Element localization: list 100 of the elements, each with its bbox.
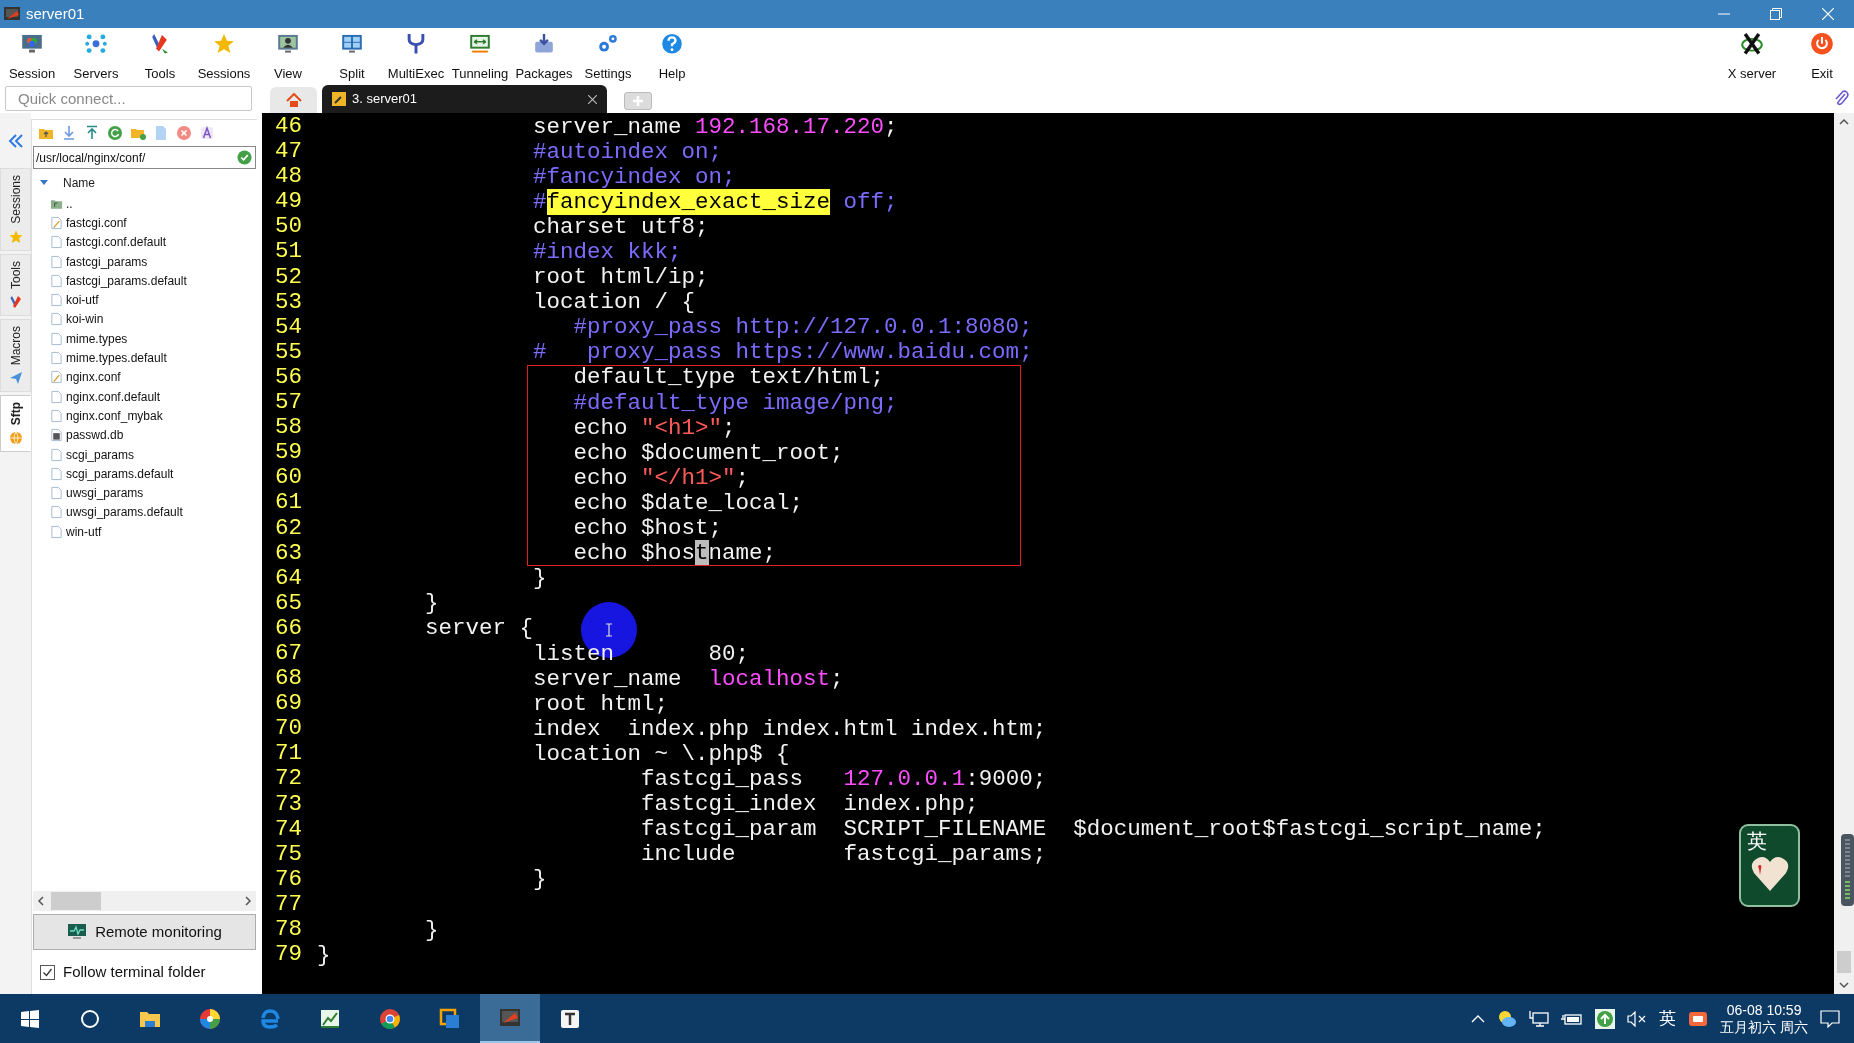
file-item[interactable]: nginx.conf (66, 368, 121, 387)
code-line: location / { (533, 291, 696, 314)
checkbox[interactable] (40, 964, 55, 980)
check-icon[interactable] (237, 150, 252, 165)
line-number: 46 (274, 114, 302, 140)
file-item[interactable]: mime.types (66, 329, 128, 348)
file-icon (50, 408, 63, 423)
mute-icon[interactable] (1627, 1010, 1648, 1027)
code-line: } (425, 592, 439, 615)
code-line: index index.php index.html index.htm; (533, 717, 1047, 740)
checkbox-label[interactable]: Follow terminal folder (63, 960, 206, 984)
scrollbar-thumb[interactable] (51, 892, 101, 910)
scroll-left-icon[interactable] (37, 896, 45, 906)
file-item[interactable]: nginx.conf_mybak (66, 406, 163, 425)
vertical-scrollbar[interactable] (1834, 113, 1854, 994)
remote-monitoring-button[interactable]: Remote monitoring (33, 914, 256, 950)
home-tab[interactable] (270, 87, 317, 113)
window-app-icon (439, 1007, 461, 1030)
file-item[interactable]: fastcgi_params (66, 252, 148, 271)
taskbar-item[interactable] (480, 994, 540, 1043)
battery-icon[interactable] (1561, 1011, 1584, 1026)
file-icon (50, 466, 63, 481)
terminal-app-icon (499, 1006, 521, 1029)
cloud-icon[interactable] (1497, 1009, 1518, 1028)
toolbar-button[interactable]: Tunneling (448, 28, 512, 83)
refresh-icon[interactable] (107, 125, 123, 141)
upload-icon[interactable] (1595, 1008, 1616, 1029)
chevron-up-icon[interactable] (1471, 1014, 1486, 1023)
code-line: root html; (533, 692, 669, 715)
code-line: echo "</h1>"; (573, 466, 750, 489)
file-item[interactable]: nginx.conf.default (66, 387, 161, 406)
code-line: #autoindex on; (533, 140, 723, 163)
side-tab[interactable]: Sessions (0, 168, 31, 251)
toolbar-button[interactable]: Help (640, 28, 704, 83)
lunar-date[interactable]: 五月初六 周六 (1720, 1018, 1808, 1036)
toolbar-button[interactable]: X server (1714, 28, 1790, 83)
side-tab[interactable]: Tools (0, 253, 31, 316)
path-field[interactable]: /usr/local/nginx/conf/ (33, 146, 256, 169)
code-line: echo "<h1>"; (573, 416, 736, 439)
file-item[interactable]: uwsgi_params (66, 484, 144, 503)
scroll-right-icon[interactable] (244, 896, 252, 906)
toolbar-button[interactable]: Packages (512, 28, 576, 83)
code-line: echo $host; (573, 517, 723, 540)
line-number: 53 (274, 289, 302, 315)
network-icon[interactable] (1529, 1009, 1550, 1028)
restore-icon[interactable] (1770, 8, 1782, 20)
file-item[interactable]: koi-win (66, 310, 104, 329)
code-line: fastcgi_index index.php; (641, 793, 979, 816)
ime-widget[interactable]: 英 (1739, 824, 1800, 907)
line-number: 68 (274, 666, 302, 692)
rename-icon[interactable] (199, 125, 215, 141)
quick-connect-field[interactable]: Quick connect... (5, 85, 252, 111)
line-number: 60 (274, 465, 302, 491)
file-item[interactable]: fastcgi.conf (66, 213, 127, 232)
file-item[interactable]: win-utf (66, 522, 102, 541)
file-item[interactable]: fastcgi.conf.default (66, 233, 167, 252)
toolbar-button[interactable]: Exit (1790, 28, 1854, 83)
toolbar-button[interactable]: MultiExec (384, 28, 448, 83)
line-number: 76 (274, 866, 302, 892)
scrollbar-thumb[interactable] (1837, 951, 1851, 973)
edited-file-icon (50, 215, 63, 230)
file-item[interactable]: scgi_params (66, 445, 135, 464)
paperclip-icon[interactable] (1833, 89, 1849, 107)
file-item[interactable]: passwd.db (66, 426, 124, 445)
toolbar-button[interactable]: Settings (576, 28, 640, 83)
session-tab[interactable]: 3. server01 (322, 85, 607, 113)
column-header[interactable]: Name (63, 174, 95, 192)
app-icon[interactable] (1688, 1009, 1709, 1028)
toolbar-button[interactable]: Servers (64, 28, 128, 83)
collapse-icon[interactable] (7, 133, 24, 148)
code-line: #index kkk; (533, 241, 682, 263)
caret-icon[interactable] (40, 180, 48, 186)
scroll-down-icon[interactable] (1839, 981, 1849, 989)
terminal[interactable] (262, 113, 1834, 994)
download-icon[interactable] (61, 125, 77, 141)
file-item[interactable]: scgi_params.default (66, 464, 174, 483)
clock-time[interactable]: 06-08 10:59 (1726, 1001, 1802, 1019)
toolbar-button[interactable]: View (256, 28, 320, 83)
ime-indicator[interactable]: 英 (1659, 1005, 1677, 1032)
code-line: location ~ \.php$ { (533, 742, 790, 765)
code-line: #fancyindex on; (533, 165, 736, 188)
code-line: #proxy_pass http://127.0.0.1:8080; (573, 316, 1033, 339)
scroll-up-icon[interactable] (1839, 118, 1849, 126)
file-item[interactable]: .. (66, 194, 73, 213)
file-item[interactable]: mime.types.default (66, 349, 167, 367)
file-item[interactable]: koi-utf (66, 291, 99, 310)
toolbar-button[interactable]: Tools (128, 28, 192, 83)
toolbar-button[interactable]: Split (320, 28, 384, 83)
file-item[interactable]: fastcgi_params.default (66, 271, 187, 290)
toolbar-button[interactable]: Session (0, 28, 64, 83)
windows-icon (19, 1007, 41, 1030)
notification-icon[interactable] (1820, 1009, 1840, 1028)
toolbar-button[interactable]: Sessions (192, 28, 256, 83)
close-icon[interactable] (588, 94, 597, 104)
side-tab[interactable]: Macros (0, 318, 31, 393)
file-item[interactable]: uwsgi_params.default (66, 503, 183, 522)
side-tab[interactable]: Sftp (0, 395, 31, 453)
code-line: default_type text/html; (573, 366, 885, 389)
paper-plane-icon (8, 371, 23, 386)
horizontal-scrollbar[interactable] (33, 891, 256, 911)
